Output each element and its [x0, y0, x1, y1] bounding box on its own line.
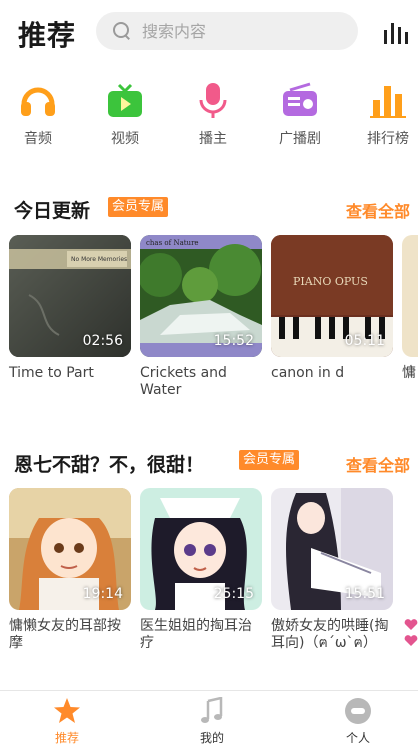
category-ranking[interactable]: 排行榜	[353, 80, 418, 148]
track-card[interactable]: chas of Nature 15:52 Crickets and Water	[140, 235, 262, 399]
track-title: 慵懒女友的耳部按摩	[9, 618, 121, 651]
partial-card-hearts	[404, 618, 418, 652]
thumb-label: PIANO OPUS	[293, 275, 368, 288]
category-row: 音频 视频 播主 广播剧 排行榜	[0, 80, 418, 152]
track-thumbnail: No More Memories 02:56	[9, 235, 131, 357]
equalizer-icon[interactable]	[382, 20, 410, 44]
page-title: 推荐	[18, 19, 77, 52]
heart-icon	[404, 619, 418, 646]
category-label: 视频	[111, 131, 139, 147]
thumb-label: chas of Nature	[146, 239, 199, 247]
profile-icon	[345, 698, 371, 724]
tv-icon	[108, 83, 142, 117]
track-card[interactable]: No More Memories 02:56 Time to Part	[9, 235, 131, 382]
category-host[interactable]: 播主	[178, 80, 248, 148]
track-duration: 15:52	[213, 333, 254, 349]
track-card[interactable]: PIANO OPUS 05:11 canon in d	[271, 235, 393, 382]
track-title: canon in d	[271, 365, 345, 381]
category-label: 广播剧	[279, 131, 321, 147]
category-radio-drama[interactable]: 广播剧	[265, 80, 335, 148]
tab-recommend[interactable]: 推荐	[27, 697, 107, 746]
track-duration: 19:14	[82, 586, 123, 602]
see-all-link[interactable]: 查看全部	[346, 198, 410, 222]
vip-badge: 会员专属	[108, 197, 169, 217]
track-title: 医生姐姐的掏耳治疗	[140, 618, 252, 651]
track-title: 傲娇女友的哄睡(掏耳向)（ฅ´ω`ฅ）	[271, 618, 389, 651]
see-all-link[interactable]: 查看全部	[346, 452, 410, 476]
track-thumbnail: 15:51	[271, 488, 393, 610]
tab-mine[interactable]: 我的	[172, 697, 252, 746]
track-duration: 05:11	[344, 333, 385, 349]
track-duration: 25:15	[213, 586, 254, 602]
track-thumbnail: PIANO OPUS 05:11	[271, 235, 393, 357]
tab-label: 个人	[345, 731, 370, 745]
bar-chart-icon	[370, 86, 406, 118]
top-header: 推荐	[0, 0, 418, 64]
track-thumbnail: 25:15	[140, 488, 262, 610]
vip-badge: 会员专属	[239, 450, 300, 470]
thumb-label: No More Memories	[71, 256, 127, 263]
microphone-icon	[199, 83, 227, 118]
tab-label: 我的	[199, 731, 224, 745]
section-title: 今日更新	[14, 200, 91, 222]
track-card[interactable]: 25:15 医生姐姐的掏耳治疗	[140, 488, 262, 652]
category-label: 播主	[199, 131, 227, 147]
track-card-partial[interactable]: 慵	[402, 235, 418, 382]
category-audio[interactable]: 音频	[3, 80, 73, 148]
tab-profile[interactable]: 个人	[318, 697, 398, 746]
tab-label: 推荐	[54, 731, 79, 745]
search-bar[interactable]	[96, 12, 358, 50]
track-duration: 15:51	[344, 586, 385, 602]
track-card[interactable]: 19:14 慵懒女友的耳部按摩	[9, 488, 131, 652]
star-icon	[54, 698, 80, 723]
track-card[interactable]: 15:51 傲娇女友的哄睡(掏耳向)（ฅ´ω`ฅ）	[271, 488, 393, 652]
section-title: 恩七不甜？不，很甜！	[14, 454, 205, 476]
search-icon	[112, 21, 132, 41]
search-input[interactable]	[142, 21, 342, 41]
category-label: 音频	[24, 131, 52, 147]
music-note-icon	[201, 697, 223, 723]
headphones-icon	[21, 87, 55, 116]
radio-icon	[283, 82, 317, 116]
track-duration: 02:56	[82, 333, 123, 349]
category-video[interactable]: 视频	[90, 80, 160, 148]
track-thumbnail: 19:14	[9, 488, 131, 610]
track-title: 慵	[402, 365, 416, 381]
track-title: Crickets and Water	[140, 365, 227, 398]
track-title: Time to Part	[9, 365, 94, 381]
category-label: 排行榜	[367, 131, 409, 147]
bottom-tab-bar: 推荐 我的 个人	[0, 690, 418, 747]
track-thumbnail: chas of Nature 15:52	[140, 235, 262, 357]
track-thumbnail	[402, 235, 418, 357]
